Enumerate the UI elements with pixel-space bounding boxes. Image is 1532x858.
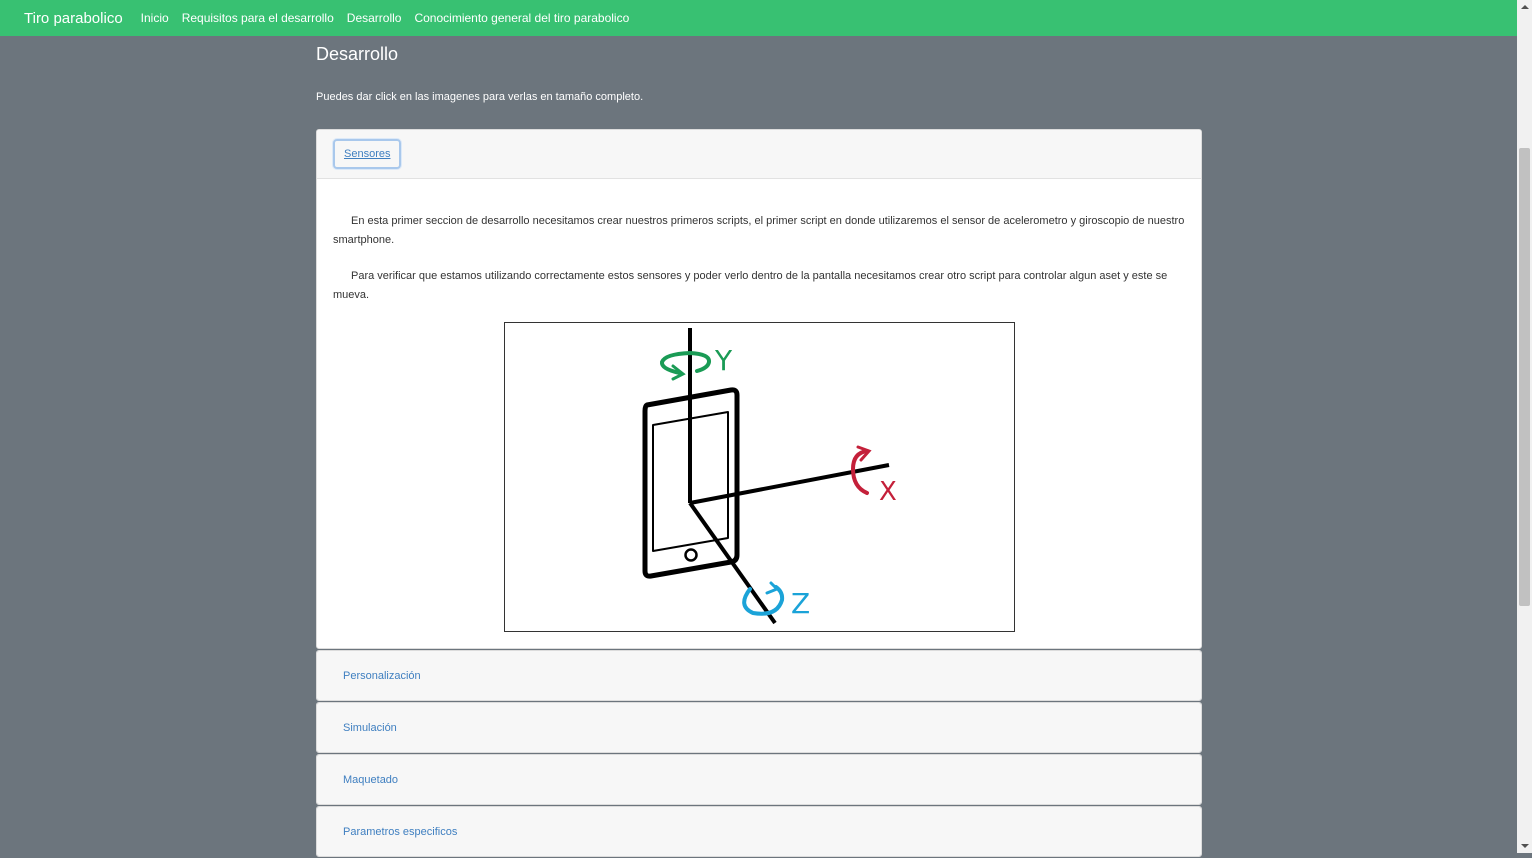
section-toggle-personalizacion[interactable]: Personalización xyxy=(343,670,421,682)
section-toggle-parametros[interactable]: Parametros especificos xyxy=(343,826,457,838)
scrollbar-thumb[interactable] xyxy=(1519,148,1530,606)
paragraph-2: Para verificar que estamos utilizando co… xyxy=(333,270,1168,301)
scroll-up-icon[interactable] xyxy=(1521,5,1529,9)
section-card-personalizacion: Personalización xyxy=(316,650,1202,701)
brand-link[interactable]: Tiro parabolico xyxy=(24,10,123,27)
page-scrollbar[interactable] xyxy=(1517,0,1532,853)
section-header-simulacion: Simulación xyxy=(317,703,1201,752)
nav-link-conocimiento[interactable]: Conocimiento general del tiro parabolico xyxy=(414,11,629,25)
section-header-personalizacion: Personalización xyxy=(317,651,1201,700)
z-axis-label: Z xyxy=(791,587,810,620)
intro-text: Puedes dar click en las imagenes para ve… xyxy=(316,91,644,103)
section-card-sensores: Sensores En esta primer seccion de desar… xyxy=(316,129,1202,649)
sections-accordion: Sensores En esta primer seccion de desar… xyxy=(316,129,1202,858)
nav-link-requisitos[interactable]: Requisitos para el desarrollo xyxy=(182,11,334,25)
section-header-sensores: Sensores xyxy=(317,130,1201,179)
section-card-simulacion: Simulación xyxy=(316,702,1202,753)
paragraph-1: En esta primer seccion de desarrollo nec… xyxy=(333,215,1185,246)
x-axis-line xyxy=(689,463,889,505)
section-toggle-maquetado[interactable]: Maquetado xyxy=(343,774,398,786)
y-axis-label: Y xyxy=(714,344,733,377)
section-toggle-sensores[interactable]: Sensores xyxy=(333,139,402,169)
section-header-maquetado: Maquetado xyxy=(317,755,1201,804)
section-card-maquetado: Maquetado xyxy=(316,754,1202,805)
page-title: Desarrollo xyxy=(316,44,399,64)
section-body-sensores: En esta primer seccion de desarrollo nec… xyxy=(317,179,1201,648)
nav-link-inicio[interactable]: Inicio xyxy=(141,11,169,25)
top-navbar: Tiro parabolico Inicio Requisitos para e… xyxy=(0,0,1517,36)
nav-link-desarrollo[interactable]: Desarrollo xyxy=(347,11,402,25)
section-header-parametros: Parametros especificos xyxy=(317,807,1201,856)
scroll-down-icon[interactable] xyxy=(1521,844,1529,848)
z-axis-line xyxy=(687,501,777,625)
phone-axes-image[interactable]: Y X Z xyxy=(503,322,1015,632)
section-toggle-simulacion[interactable]: Simulación xyxy=(343,722,397,734)
section-card-parametros: Parametros especificos xyxy=(316,806,1202,857)
x-axis-label: X xyxy=(879,477,897,507)
y-rotation-icon xyxy=(659,350,711,381)
